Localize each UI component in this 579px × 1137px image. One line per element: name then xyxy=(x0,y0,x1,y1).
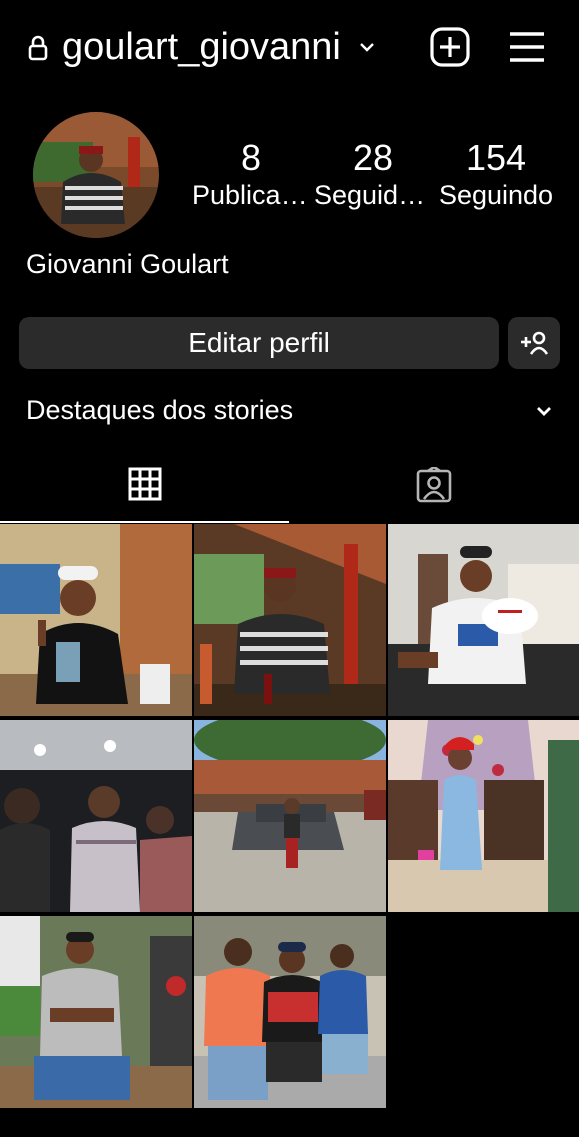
posts-count-number: 8 xyxy=(240,137,262,178)
post-thumbnail[interactable] xyxy=(0,720,192,912)
avatar[interactable] xyxy=(33,112,159,238)
following-count[interactable]: 154 Seguindo xyxy=(437,138,555,212)
grid-icon xyxy=(128,467,162,501)
discover-people-button[interactable] xyxy=(508,317,560,369)
post-thumbnail[interactable] xyxy=(388,720,579,912)
post-thumbnail[interactable] xyxy=(194,916,386,1108)
post-thumbnail[interactable] xyxy=(194,720,386,912)
story-highlights-label[interactable]: Destaques dos stories xyxy=(26,395,293,426)
profile-full-name: Giovanni Goulart xyxy=(26,249,229,279)
following-count-number: 154 xyxy=(465,137,527,178)
add-person-icon xyxy=(521,331,549,355)
posts-count-label: Publicações xyxy=(192,180,310,210)
followers-count-number: 28 xyxy=(352,137,394,178)
create-post-button[interactable] xyxy=(430,27,470,67)
tab-posts-grid[interactable] xyxy=(0,455,289,523)
username[interactable]: goulart_giovanni xyxy=(62,26,341,69)
chevron-down-icon[interactable] xyxy=(535,404,553,418)
following-count-label: Seguindo xyxy=(438,180,554,210)
post-thumbnail[interactable] xyxy=(194,524,386,716)
tab-tagged[interactable] xyxy=(290,455,579,523)
profile-tabs xyxy=(0,455,579,525)
followers-count[interactable]: 28 Seguidores xyxy=(314,138,432,212)
edit-profile-button[interactable]: Editar perfil xyxy=(19,317,499,369)
chevron-down-icon[interactable] xyxy=(358,38,376,56)
post-thumbnail[interactable] xyxy=(0,916,192,1108)
top-bar: goulart_giovanni xyxy=(0,0,579,100)
posts-count[interactable]: 8 Publicações xyxy=(192,138,310,212)
lock-icon xyxy=(28,35,48,61)
post-thumbnail[interactable] xyxy=(388,524,579,716)
menu-button[interactable] xyxy=(508,29,546,65)
post-thumbnail[interactable] xyxy=(0,524,192,716)
tagged-person-icon xyxy=(416,467,452,503)
followers-count-label: Seguidores xyxy=(314,180,432,210)
